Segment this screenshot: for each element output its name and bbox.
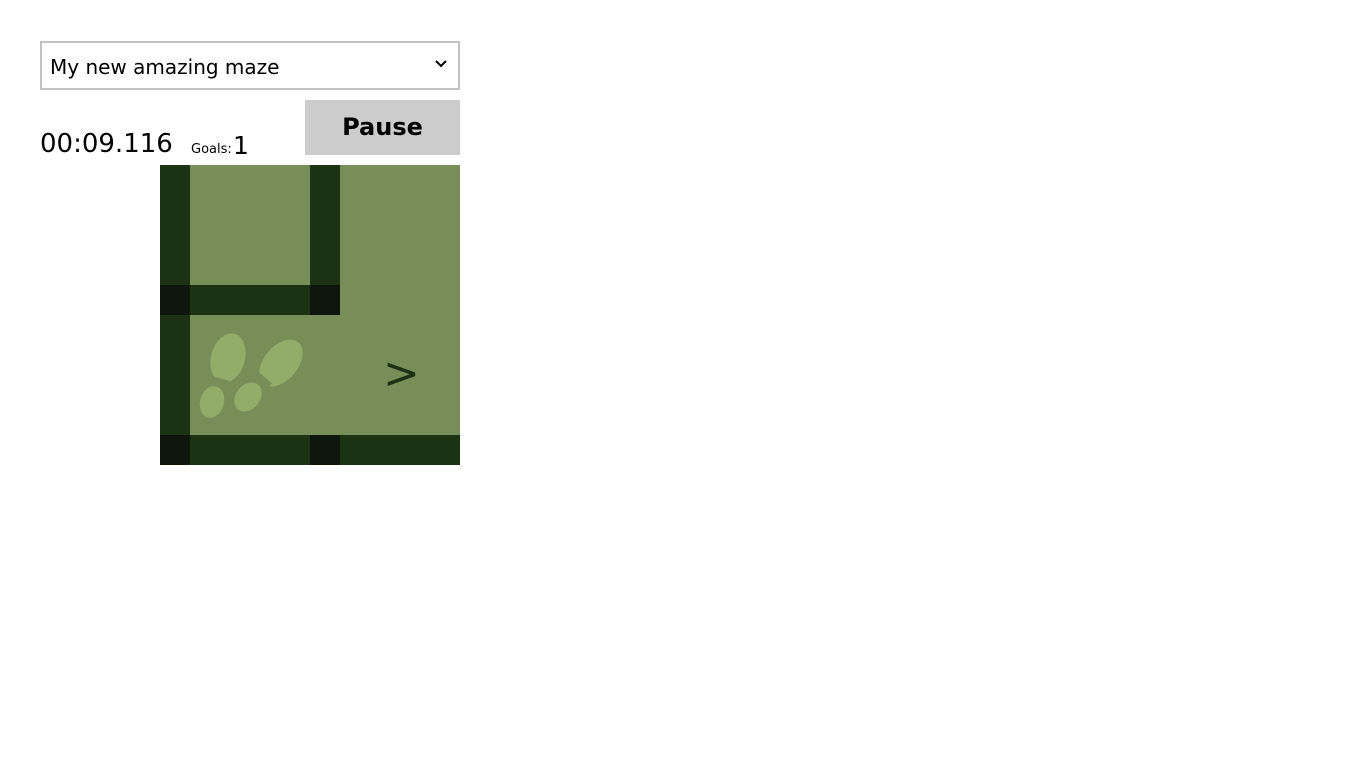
- goal-marker: >: [383, 348, 420, 399]
- pause-button[interactable]: Pause: [305, 100, 460, 155]
- goals-count: 1: [233, 131, 249, 160]
- maze-game-app: My new amazing maze 00:09.116 Goals: 1 P…: [0, 0, 1366, 768]
- goals-label: Goals:: [191, 142, 232, 157]
- maze-wall-junction: [310, 435, 340, 465]
- maze-selector-dropdown[interactable]: My new amazing maze: [40, 41, 460, 90]
- maze-board[interactable]: [160, 165, 460, 465]
- elapsed-timer: 00:09.116: [40, 129, 173, 159]
- maze-selector-value: My new amazing maze: [50, 55, 280, 79]
- chevron-down-icon: [435, 60, 447, 68]
- maze-grid: [160, 165, 460, 465]
- maze-wall-junction: [160, 435, 190, 465]
- maze-wall-junction: [160, 285, 190, 315]
- maze-wall-junction: [310, 285, 340, 315]
